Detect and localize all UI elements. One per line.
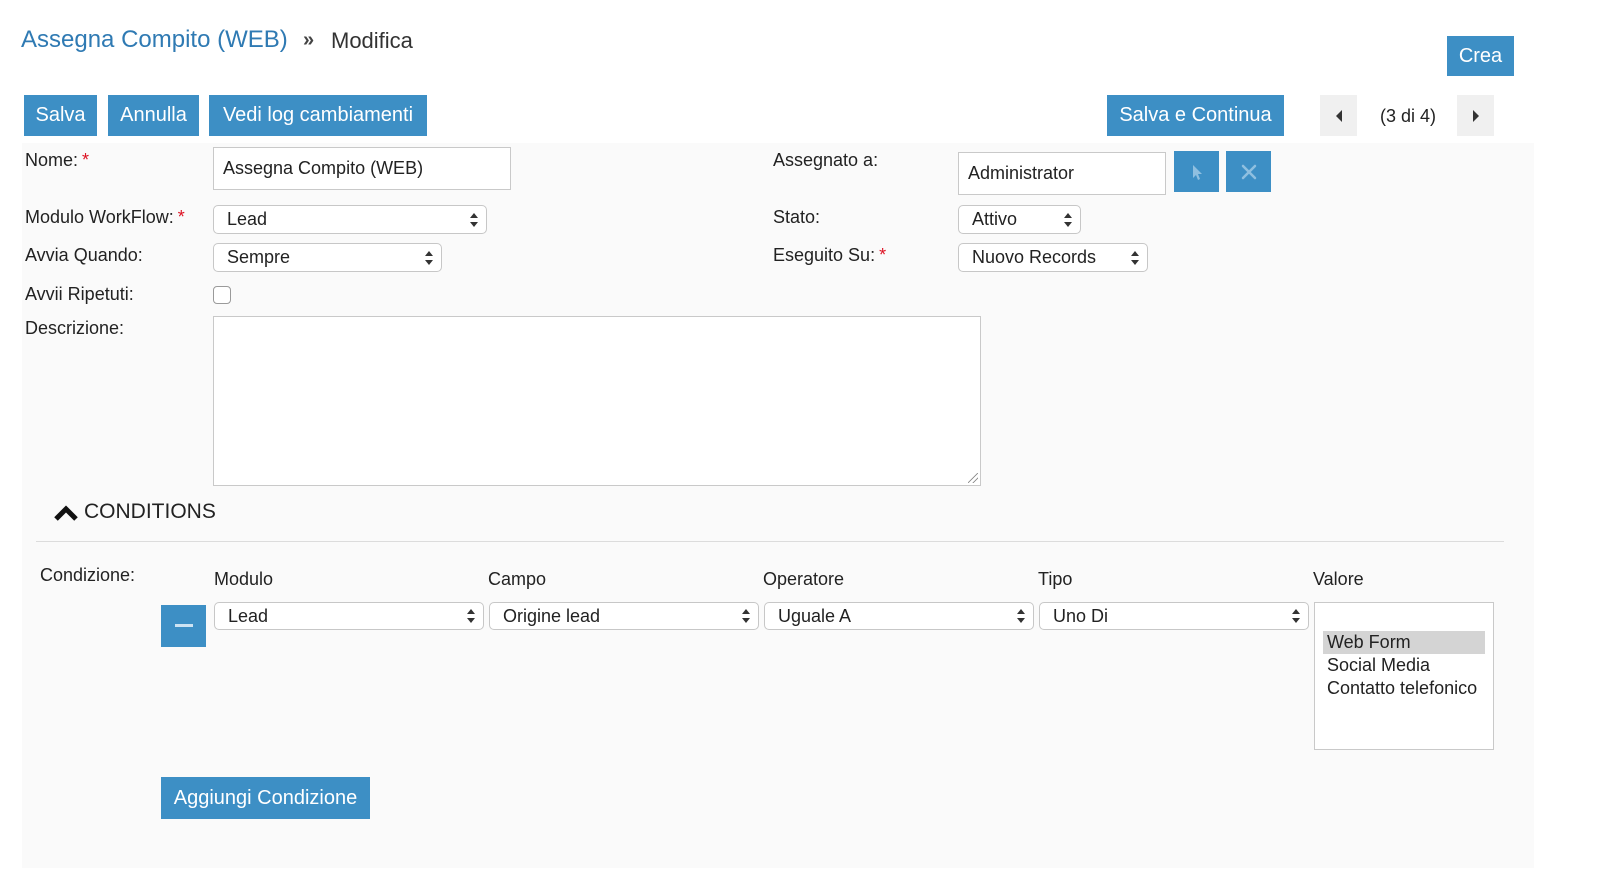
remove-condition-button[interactable] [161,605,206,647]
cursor-pointer-icon [1192,164,1202,180]
value-option-web-form[interactable]: Web Form [1323,631,1485,654]
condition-operator-value: Uguale A [778,605,852,626]
required-mark: * [177,207,185,227]
column-header-module: Modulo [214,569,274,589]
select-arrows-icon [467,609,475,623]
run-on-label: Eseguito Su: * [773,245,887,265]
condition-type-value: Uno Di [1053,605,1109,626]
condition-module-value: Lead [228,605,269,626]
status-select[interactable]: Attivo [958,205,1081,234]
resize-grip-icon[interactable] [968,473,978,483]
description-textarea[interactable] [213,316,981,486]
clear-user-button[interactable] [1226,151,1271,192]
select-arrows-icon [470,212,478,227]
description-label: Descrizione: [25,318,125,338]
collapse-conditions-toggle[interactable] [53,503,79,523]
next-record-button[interactable] [1457,95,1494,136]
workflow-module-select[interactable]: Lead [213,205,487,234]
close-icon [1241,164,1256,179]
condition-operator-select[interactable]: Uguale A [764,602,1034,630]
name-input[interactable]: Assegna Compito (WEB) [213,147,511,190]
assigned-to-label: Assegnato a: [773,150,879,170]
status-label: Stato: [773,207,821,227]
repeated-runs-label: Avvii Ripetuti: [25,284,134,304]
start-when-select[interactable]: Sempre [213,243,442,272]
assigned-to-input[interactable]: Administrator [958,152,1166,195]
save-and-continue-button[interactable]: Salva e Continua [1107,95,1284,136]
column-header-field: Campo [488,569,547,589]
column-header-value: Valore [1313,569,1364,589]
column-header-type: Tipo [1038,569,1073,589]
select-arrows-icon [1017,609,1025,623]
caret-left-icon [1335,109,1342,122]
run-on-value: Nuovo Records [972,247,1097,267]
select-arrows-icon [742,609,750,623]
page-title: Modifica [331,28,413,53]
start-when-label: Avvia Quando: [25,245,143,265]
required-mark: * [82,150,90,170]
condition-row-label: Condizione: [40,565,136,585]
condition-module-select[interactable]: Lead [214,602,484,630]
save-button[interactable]: Salva [24,95,97,136]
create-button[interactable]: Crea [1447,36,1514,76]
conditions-section-title[interactable]: CONDITIONS [84,500,216,524]
workflow-module-value: Lead [227,209,268,229]
caret-right-icon [1472,109,1479,122]
breadcrumb-parent-link[interactable]: Assegna Compito (WEB) [21,26,288,54]
changelog-button[interactable]: Vedi log cambiamenti [209,95,427,136]
condition-field-select[interactable]: Origine lead [489,602,759,630]
add-condition-button[interactable]: Aggiungi Condizione [161,777,370,819]
select-arrows-icon [1064,212,1072,227]
cancel-button[interactable]: Annulla [108,95,199,136]
select-user-button[interactable] [1174,151,1219,192]
status-value: Attivo [972,209,1018,229]
start-when-value: Sempre [227,247,291,267]
condition-value-listbox[interactable]: Web Form Social Media Contatto telefonic… [1314,602,1494,750]
workflow-module-label: Modulo WorkFlow: * [25,207,185,227]
condition-type-select[interactable]: Uno Di [1039,602,1309,630]
select-arrows-icon [425,250,433,265]
previous-record-button[interactable] [1320,95,1357,136]
condition-field-value: Origine lead [503,605,601,626]
name-label: Nome: * [25,150,90,170]
minus-icon [174,624,193,627]
required-mark: * [879,245,887,265]
section-divider [36,541,1504,542]
repeated-runs-checkbox[interactable] [213,286,231,304]
breadcrumb-separator: » [303,29,315,51]
value-option-social-media[interactable]: Social Media [1323,654,1485,677]
column-header-operator: Operatore [763,569,845,589]
pager-text: (3 di 4) [1380,106,1437,126]
select-arrows-icon [1131,250,1139,265]
value-option-phone-contact[interactable]: Contatto telefonico [1323,677,1485,700]
chevron-up-icon [54,505,78,521]
select-arrows-icon [1292,609,1300,623]
run-on-select[interactable]: Nuovo Records [958,243,1148,272]
